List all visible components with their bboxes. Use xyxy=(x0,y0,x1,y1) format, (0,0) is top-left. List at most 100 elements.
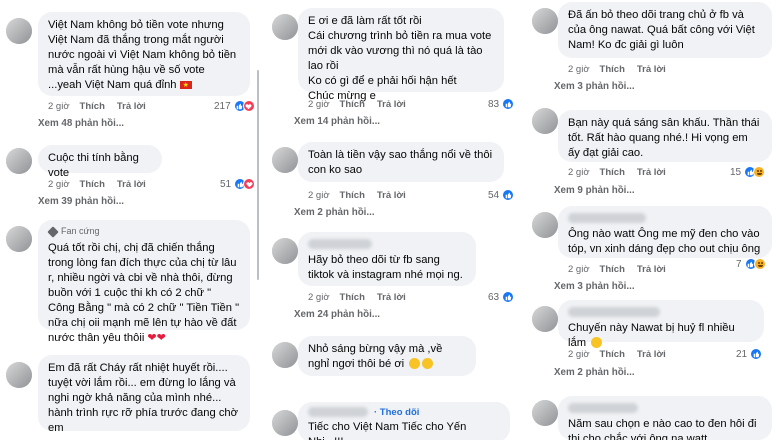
blurred-author-name[interactable] xyxy=(308,239,372,249)
comment-time[interactable]: 2 giờ xyxy=(568,167,590,178)
like-button[interactable]: Thích xyxy=(80,101,105,112)
fan-badge-label: Fan cứng xyxy=(61,226,100,236)
avatar[interactable] xyxy=(532,400,558,426)
comment-time[interactable]: 2 giờ xyxy=(568,349,590,360)
avatar[interactable] xyxy=(532,212,558,238)
reaction-summary[interactable]: 83 xyxy=(488,97,515,111)
reply-button[interactable]: Trả lời xyxy=(377,190,406,201)
scrollbar[interactable] xyxy=(257,70,259,280)
avatar[interactable] xyxy=(532,108,558,134)
love-reaction-icon xyxy=(243,178,256,190)
reaction-summary[interactable]: 63 xyxy=(488,290,515,304)
reply-button[interactable]: Trả lời xyxy=(637,167,666,178)
comment-bubble: Toàn là tiền vậy sao thắng nổi về thôi c… xyxy=(298,142,504,182)
comment-text: Ông nào watt Ông me mỹ đen cho vào tóp, … xyxy=(568,228,761,255)
comment-actions: 2 giờ Thích Trả lời xyxy=(568,165,678,179)
comment-text: Cuộc thi tính bằng vote xyxy=(48,152,139,179)
blurred-author-name[interactable] xyxy=(568,213,646,223)
like-button[interactable]: Thích xyxy=(600,64,625,75)
like-button[interactable]: Thích xyxy=(600,264,625,275)
reaction-summary[interactable]: 54 xyxy=(488,188,515,202)
avatar[interactable] xyxy=(272,14,298,40)
like-reaction-icon xyxy=(750,348,763,360)
avatar[interactable] xyxy=(272,342,298,368)
comment-time[interactable]: 2 giờ xyxy=(568,264,590,275)
comment-bubble: Bạn này quá sáng sân khấu. Thần thái tốt… xyxy=(558,110,772,162)
reply-button[interactable]: Trả lời xyxy=(637,64,666,75)
like-button[interactable]: Thích xyxy=(340,190,365,201)
reaction-summary[interactable]: 15 xyxy=(730,165,766,179)
comment-bubble: Em đã rất Cháy rất nhiệt huyết rồi.... t… xyxy=(38,355,250,434)
view-replies-link[interactable]: Xem 14 phản hồi... xyxy=(294,115,380,129)
avatar[interactable] xyxy=(6,148,32,174)
comment-actions: 2 giờ Thích Trả lời xyxy=(308,97,418,111)
panel-divider xyxy=(260,0,268,440)
comment-time[interactable]: 2 giờ xyxy=(308,99,330,110)
like-button[interactable]: Thích xyxy=(600,349,625,360)
view-replies-link[interactable]: Xem 2 phản hồi... xyxy=(554,366,635,380)
comment-text: Em đã rất Cháy rất nhiệt huyết rồi.... t… xyxy=(48,362,238,434)
comment-text: Đã ấn bỏ theo dõi trang chủ ở fb và của … xyxy=(568,9,755,51)
comment-text: Toàn là tiền vậy sao thắng nổi về thôi c… xyxy=(308,149,493,176)
panel-divider xyxy=(520,0,528,440)
comment-bubble: Hãy bỏ theo dõi từ fb sang tiktok và ins… xyxy=(298,232,476,286)
avatar[interactable] xyxy=(532,8,558,34)
comment-actions: 2 giờ Thích Trả lời xyxy=(48,177,158,191)
view-replies-link[interactable]: Xem 3 phản hồi... xyxy=(554,280,635,294)
view-replies-link[interactable]: Xem 2 phản hồi... xyxy=(294,206,375,220)
blurred-author-name[interactable] xyxy=(568,307,660,317)
comment-actions: 2 giờ Thích Trả lời xyxy=(568,347,678,361)
comment-text: Quá tốt rồi chị, chị đã chiến thắng tron… xyxy=(48,242,240,344)
reaction-count: 51 xyxy=(220,178,232,190)
reaction-count: 21 xyxy=(736,348,748,360)
comment-text: Hãy bỏ theo dõi từ fb sang tiktok và ins… xyxy=(308,254,463,281)
avatar[interactable] xyxy=(272,410,298,436)
like-button[interactable]: Thích xyxy=(340,99,365,110)
like-button[interactable]: Thích xyxy=(340,292,365,303)
reply-button[interactable]: Trả lời xyxy=(637,349,666,360)
view-replies-link[interactable]: Xem 39 phản hồi... xyxy=(38,195,124,209)
blurred-author-name[interactable] xyxy=(568,403,638,413)
like-button[interactable]: Thích xyxy=(80,179,105,190)
reaction-count: 54 xyxy=(488,189,500,201)
view-replies-link[interactable]: Xem 24 phản hồi... xyxy=(294,308,380,322)
avatar[interactable] xyxy=(6,18,32,44)
like-reaction-icon xyxy=(502,291,515,303)
view-replies-link[interactable]: Xem 3 phản hồi... xyxy=(554,80,635,94)
reaction-summary[interactable]: 7 xyxy=(736,257,766,271)
reaction-summary[interactable]: 21 xyxy=(736,347,763,361)
reply-button[interactable]: Trả lời xyxy=(117,101,146,112)
avatar[interactable] xyxy=(6,362,32,388)
view-replies-link[interactable]: Xem 48 phản hồi... xyxy=(38,117,124,131)
reaction-count: 7 xyxy=(736,258,742,270)
reply-button[interactable]: Trả lời xyxy=(377,292,406,303)
comment-time[interactable]: 2 giờ xyxy=(308,190,330,201)
avatar[interactable] xyxy=(532,306,558,332)
heart-emoji-icon: ❤ xyxy=(147,332,157,344)
comment-time[interactable]: 2 giờ xyxy=(48,101,70,112)
comment-time[interactable]: 2 giờ xyxy=(48,179,70,190)
reaction-summary[interactable]: 217 xyxy=(214,99,255,113)
follow-link[interactable]: · Theo dõi xyxy=(374,405,419,420)
reply-button[interactable]: Trả lời xyxy=(377,99,406,110)
comment-bubble: Ông nào watt Ông me mỹ đen cho vào tóp, … xyxy=(558,206,772,258)
blurred-author-name[interactable] xyxy=(308,407,368,417)
comment-time[interactable]: 2 giờ xyxy=(568,64,590,75)
avatar[interactable] xyxy=(272,238,298,264)
reply-button[interactable]: Trả lời xyxy=(637,264,666,275)
comment-time[interactable]: 2 giờ xyxy=(308,292,330,303)
comment-actions: 2 giờ Thích Trả lời xyxy=(48,99,158,113)
comment-bubble: Việt Nam không bỏ tiền vote nhưng Việt N… xyxy=(38,12,250,96)
like-button[interactable]: Thích xyxy=(600,167,625,178)
view-replies-link[interactable]: Xem 9 phản hồi... xyxy=(554,184,635,198)
avatar[interactable] xyxy=(6,226,32,252)
comment-actions: 2 giờ Thích Trả lời xyxy=(308,188,418,202)
comment-bubble: Đã ấn bỏ theo dõi trang chủ ở fb và của … xyxy=(558,2,772,58)
like-reaction-icon xyxy=(502,189,515,201)
vietnam-flag-icon xyxy=(179,78,192,93)
reaction-summary[interactable]: 51 xyxy=(220,177,256,191)
avatar[interactable] xyxy=(272,147,298,173)
comment-bubble: Chuyến này Nawat bị huỷ fl nhiều lắm xyxy=(558,300,764,349)
haha-reaction-icon xyxy=(753,258,766,270)
reply-button[interactable]: Trả lời xyxy=(117,179,146,190)
